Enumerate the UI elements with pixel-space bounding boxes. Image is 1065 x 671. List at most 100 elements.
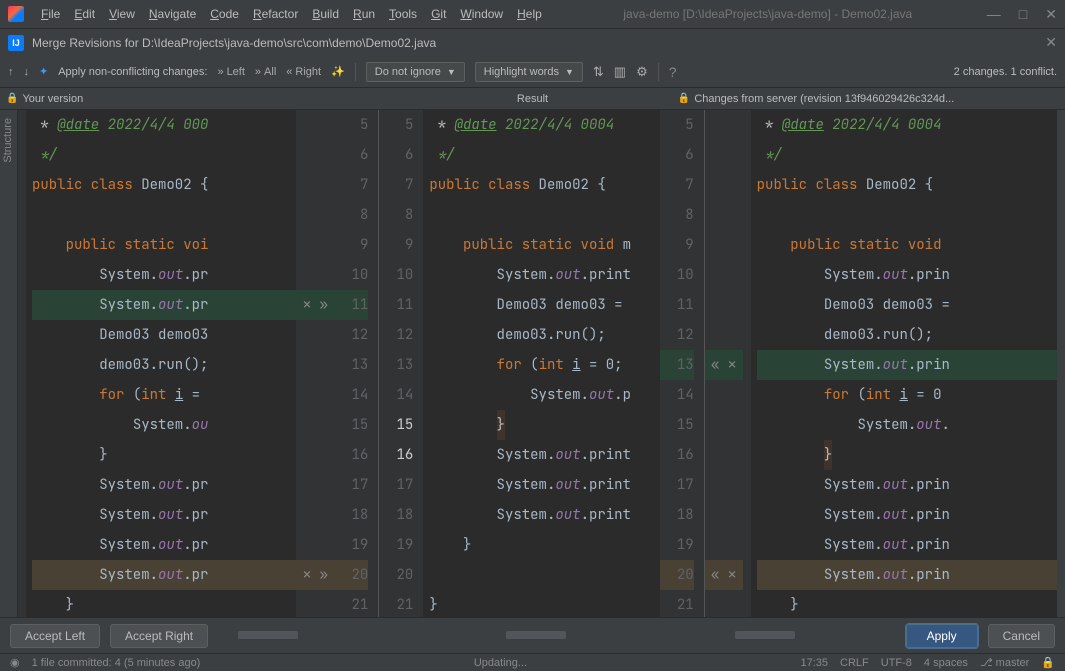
gutter-action[interactable]: ✕ » [296,290,334,320]
sync-scroll-icon[interactable]: ▥ [614,64,626,80]
code-line[interactable]: * @date 2022/4/4 000 [32,110,296,140]
magic-wand-icon[interactable]: ✨ [331,65,345,78]
code-line[interactable] [32,200,296,230]
help-icon[interactable]: ? [669,64,677,80]
code-line[interactable]: */ [429,140,659,170]
magic-resolve-icon[interactable]: ✦ [39,65,48,78]
code-line[interactable]: public class Demo02 { [757,170,1057,200]
menu-tools[interactable]: Tools [382,3,424,25]
gutter-action[interactable]: « ✕ [705,560,743,590]
menu-git[interactable]: Git [424,3,453,25]
code-line[interactable]: System.out.prin [757,500,1057,530]
code-line[interactable]: } [32,440,296,470]
code-line[interactable]: */ [32,140,296,170]
code-line[interactable] [429,200,659,230]
next-change-icon[interactable]: ↓ [24,66,30,78]
code-line[interactable]: } [757,590,1057,618]
code-line[interactable]: demo03.run(); [757,320,1057,350]
left-code[interactable]: * @date 2022/4/4 000 */public class Demo… [26,110,296,618]
code-line[interactable]: public static void [757,230,1057,260]
code-line[interactable]: System.out.prin [757,470,1057,500]
code-line[interactable]: System.out. [757,410,1057,440]
code-line[interactable]: System.out.print [429,440,659,470]
right-scrollbar[interactable] [1057,110,1065,618]
apply-all-button[interactable]: » All [255,66,276,78]
code-line[interactable]: for (int i = [32,380,296,410]
code-line[interactable]: System.out.prin [757,560,1057,590]
apply-right-button[interactable]: « Right [286,66,321,78]
prev-change-icon[interactable]: ↑ [8,66,14,78]
code-line[interactable]: public class Demo02 { [429,170,659,200]
code-line[interactable]: System.out.print [429,500,659,530]
code-line[interactable]: public static void m [429,230,659,260]
horizontal-scrollbar[interactable] [238,631,876,641]
code-line[interactable]: */ [757,140,1057,170]
code-line[interactable]: System.out.pr [32,470,296,500]
code-line[interactable]: System.out.pr [32,500,296,530]
code-line[interactable] [757,200,1057,230]
code-line[interactable]: System.out.p [429,380,659,410]
code-line[interactable]: demo03.run(); [429,320,659,350]
menu-edit[interactable]: Edit [67,3,102,25]
code-line[interactable]: System.out.pr [32,560,296,590]
menu-window[interactable]: Window [453,3,510,25]
apply-left-button[interactable]: » Left [217,66,244,78]
settings-gear-icon[interactable]: ⚙ [636,64,648,80]
maximize-icon[interactable]: □ [1019,6,1027,23]
code-line[interactable]: System.out.prin [757,260,1057,290]
center-code[interactable]: * @date 2022/4/4 0004 */public class Dem… [423,110,659,618]
code-line[interactable]: System.out.pr [32,530,296,560]
code-line[interactable]: public static voi [32,230,296,260]
code-line[interactable]: } [757,440,1057,470]
minimize-icon[interactable]: — [987,6,1001,23]
code-line[interactable]: demo03.run(); [32,350,296,380]
menu-refactor[interactable]: Refactor [246,3,305,25]
menu-navigate[interactable]: Navigate [142,3,203,25]
code-line[interactable]: } [429,530,659,560]
lock-status-icon[interactable]: 🔒 [1041,656,1055,669]
ignore-dropdown[interactable]: Do not ignore▼ [366,62,465,82]
code-line[interactable]: for (int i = 0; [429,350,659,380]
code-line[interactable]: System.out.pr [32,290,296,320]
code-line[interactable]: System.out.print [429,470,659,500]
menu-code[interactable]: Code [203,3,246,25]
sidebar-tab-structure[interactable]: Structure [0,110,16,171]
code-line[interactable]: for (int i = 0 [757,380,1057,410]
code-line[interactable]: } [429,590,659,618]
close-window-icon[interactable]: ✕ [1045,6,1057,23]
code-line[interactable]: } [429,410,659,440]
code-line[interactable] [429,560,659,590]
right-code[interactable]: * @date 2022/4/4 0004 */public class Dem… [751,110,1057,618]
close-dialog-icon[interactable]: ✕ [1045,34,1057,51]
accept-right-button[interactable]: Accept Right [110,624,208,648]
commit-status[interactable]: 1 file committed: 4 (5 minutes ago) [32,657,201,669]
menu-build[interactable]: Build [305,3,346,25]
cancel-button[interactable]: Cancel [988,624,1055,648]
code-line[interactable]: Demo03 demo03 = [429,290,659,320]
cursor-position[interactable]: 17:35 [800,657,828,669]
menu-run[interactable]: Run [346,3,382,25]
code-line[interactable]: } [32,590,296,618]
code-line[interactable]: System.out.prin [757,530,1057,560]
gutter-action[interactable]: « ✕ [705,350,743,380]
menu-view[interactable]: View [102,3,142,25]
code-line[interactable]: * @date 2022/4/4 0004 [429,110,659,140]
collapse-unchanged-icon[interactable]: ⇅ [593,64,604,80]
menu-file[interactable]: File [34,3,67,25]
line-separator[interactable]: CRLF [840,657,869,669]
highlight-dropdown[interactable]: Highlight words▼ [475,62,583,82]
code-line[interactable]: * @date 2022/4/4 0004 [757,110,1057,140]
git-branch[interactable]: ⎇ master [980,656,1029,669]
code-line[interactable]: System.out.print [429,260,659,290]
gutter-action[interactable]: ✕ » [296,560,334,590]
accept-left-button[interactable]: Accept Left [10,624,100,648]
vcs-status-icon[interactable]: ◉ [10,656,20,669]
code-line[interactable]: public class Demo02 { [32,170,296,200]
code-line[interactable]: System.ou [32,410,296,440]
code-line[interactable]: Demo03 demo03 = [757,290,1057,320]
apply-button[interactable]: Apply [906,624,978,648]
indent-setting[interactable]: 4 spaces [924,657,968,669]
code-line[interactable]: System.out.pr [32,260,296,290]
menu-help[interactable]: Help [510,3,549,25]
code-line[interactable]: Demo03 demo03 [32,320,296,350]
